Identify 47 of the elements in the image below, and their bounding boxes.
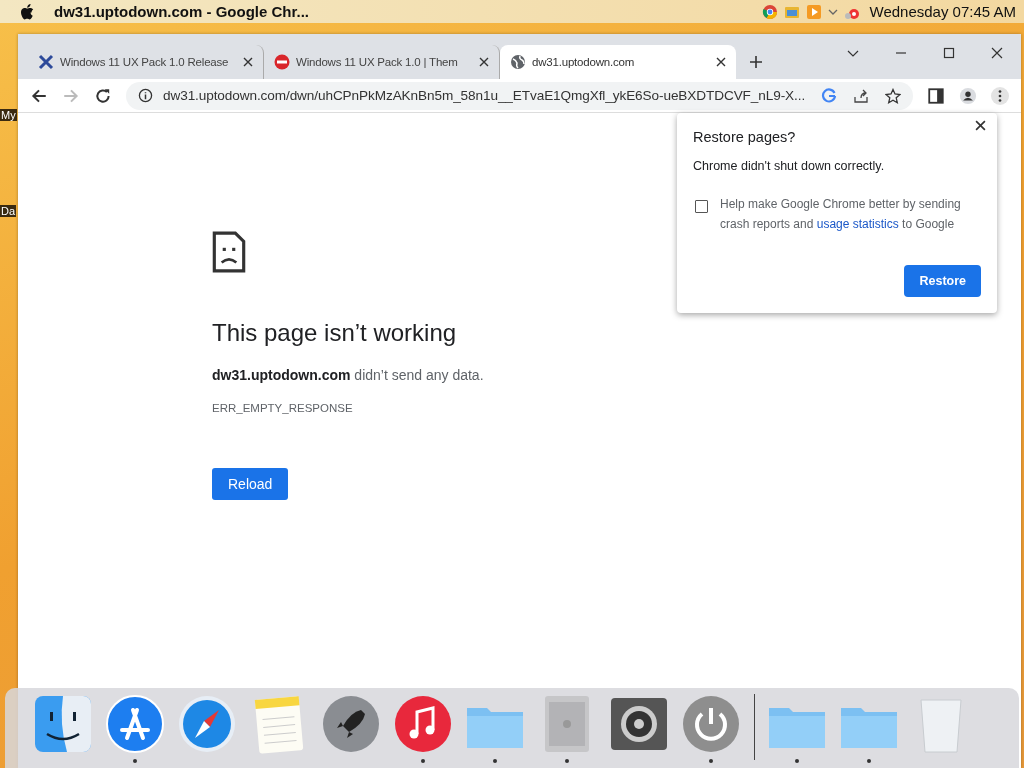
app-store-icon[interactable] — [105, 694, 165, 754]
clock: Wednesday 07:45 AM — [869, 3, 1016, 20]
tab-title: dw31.uptodown.com — [532, 56, 636, 68]
close-icon[interactable] — [243, 57, 253, 67]
desktop-icon-label[interactable]: Da — [0, 205, 17, 217]
badge-icon — [274, 54, 290, 70]
rocket-icon[interactable] — [321, 694, 381, 754]
browser-tab[interactable]: dw31.uptodown.com — [500, 45, 736, 79]
info-icon[interactable] — [138, 88, 153, 103]
tab-title: Windows 11 UX Pack 1.0 | Them — [296, 56, 459, 68]
popup-message: Chrome didn't shut down correctly. — [693, 159, 886, 173]
star-icon[interactable] — [885, 87, 902, 104]
reload-button[interactable]: Reload — [212, 468, 289, 500]
close-icon[interactable] — [716, 57, 726, 67]
error-code: ERR_EMPTY_RESPONSE — [212, 402, 353, 414]
usage-statistics-link[interactable]: usage statistics — [816, 217, 899, 231]
apple-icon[interactable] — [20, 3, 34, 20]
cross-icon — [38, 54, 54, 70]
address-bar[interactable]: dw31.uptodown.com/dwn/uhCPnPkMzAKnBn5m_58n1u__ETvaE1QmgXfl_ykE6So-ueBXDTDCVF_nL9-X... — [126, 81, 914, 110]
maximize-icon[interactable] — [943, 47, 956, 59]
close-icon[interactable] — [479, 57, 489, 67]
restore-button[interactable]: Restore — [904, 265, 981, 297]
plus-icon[interactable] — [750, 56, 762, 68]
checkbox[interactable] — [695, 200, 708, 213]
tab-title: Windows 11 UX Pack 1.0 Release — [60, 56, 230, 68]
chrome-icon[interactable] — [761, 3, 778, 20]
face-icon[interactable] — [33, 694, 93, 754]
share-icon[interactable] — [853, 87, 870, 104]
power-icon[interactable] — [681, 694, 741, 754]
google-icon[interactable] — [821, 87, 838, 104]
checkbox-label: Help make Google Chrome better by sending crash reports and usage statistics to Google — [720, 196, 962, 233]
close-icon[interactable] — [975, 120, 986, 131]
menu-icon[interactable] — [991, 86, 1010, 105]
compass-icon[interactable] — [177, 694, 237, 754]
music-note-icon[interactable] — [393, 694, 453, 754]
reload-icon[interactable] — [94, 86, 112, 105]
sad-page-icon — [212, 231, 246, 273]
desktop-icon-label[interactable]: My — [0, 109, 17, 121]
globe-icon — [510, 54, 526, 70]
side-panel-icon[interactable] — [927, 86, 946, 105]
app-title: dw31.uptodown.com - Google Chr... — [54, 3, 309, 20]
error-title: This page isn’t working — [212, 319, 457, 347]
profile-icon[interactable] — [959, 86, 978, 105]
popup-title: Restore pages? — [693, 129, 797, 145]
close-icon[interactable] — [991, 47, 1004, 59]
error-message: dw31.uptodown.com didn’t send any data. — [212, 367, 484, 383]
browser-tab[interactable]: Windows 11 UX Pack 1.0 Release — [28, 45, 264, 79]
